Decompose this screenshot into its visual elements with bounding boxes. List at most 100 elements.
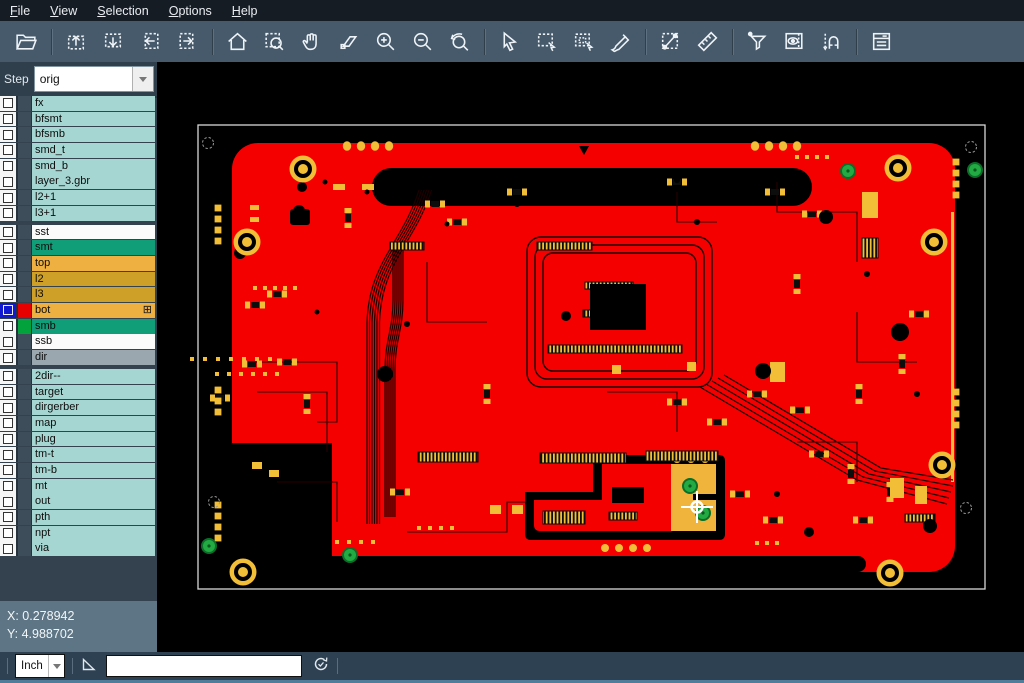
layer-row-smb[interactable]: smb: [0, 319, 155, 334]
angle-icon[interactable]: [80, 655, 98, 678]
layer-visibility-checkbox[interactable]: [0, 319, 18, 334]
chevron-down-icon[interactable]: [48, 655, 64, 677]
shift-down-icon[interactable]: [95, 25, 132, 59]
layer-color-swatch[interactable]: [18, 385, 32, 400]
layer-visibility-checkbox[interactable]: [0, 96, 18, 111]
layer-row-via[interactable]: via: [0, 541, 155, 556]
shift-right-icon[interactable]: [169, 25, 206, 59]
measure-ruler-icon[interactable]: [689, 25, 726, 59]
layer-row-l3+1[interactable]: l3+1: [0, 206, 155, 221]
layer-visibility-checkbox[interactable]: [0, 112, 18, 127]
layer-visibility-checkbox[interactable]: [0, 510, 18, 525]
layer-color-swatch[interactable]: [18, 526, 32, 541]
layer-row-bfsmb[interactable]: bfsmb: [0, 127, 155, 142]
zoom-previous-icon[interactable]: [441, 25, 478, 59]
layer-row-bot[interactable]: bot⊞: [0, 303, 155, 318]
layer-visibility-checkbox[interactable]: [0, 447, 18, 462]
layer-row-tm-t[interactable]: tm-t: [0, 447, 155, 462]
layer-row-top[interactable]: top: [0, 256, 155, 271]
layer-row-dirgerber[interactable]: dirgerber: [0, 400, 155, 415]
layer-color-swatch[interactable]: [18, 190, 32, 205]
layer-visibility-checkbox[interactable]: [0, 159, 18, 174]
layer-row-l2+1[interactable]: l2+1: [0, 190, 155, 205]
menu-selection[interactable]: Selection: [87, 0, 158, 21]
layer-row-out[interactable]: out: [0, 494, 155, 509]
layer-row-bfsmt[interactable]: bfsmt: [0, 112, 155, 127]
pan-hand-icon[interactable]: [293, 25, 330, 59]
layer-visibility-checkbox[interactable]: [0, 416, 18, 431]
select-rect-icon[interactable]: [528, 25, 565, 59]
select-pointer-icon[interactable]: [491, 25, 528, 59]
zoom-dynamic-icon[interactable]: [330, 25, 367, 59]
layer-color-swatch[interactable]: [18, 334, 32, 349]
layer-row-sst[interactable]: sst: [0, 225, 155, 240]
command-input[interactable]: [106, 655, 302, 677]
layer-color-swatch[interactable]: [18, 541, 32, 556]
layer-row-pth[interactable]: pth: [0, 510, 155, 525]
layer-color-swatch[interactable]: [18, 319, 32, 334]
open-folder-icon[interactable]: [8, 25, 45, 59]
layer-color-swatch[interactable]: [18, 256, 32, 271]
layer-color-swatch[interactable]: [18, 463, 32, 478]
layer-row-smt[interactable]: smt: [0, 240, 155, 255]
layer-visibility-checkbox[interactable]: [0, 385, 18, 400]
layer-color-swatch[interactable]: [18, 272, 32, 287]
layer-visibility-checkbox[interactable]: [0, 256, 18, 271]
step-select[interactable]: orig: [34, 66, 154, 92]
view-options-icon[interactable]: [776, 25, 813, 59]
layer-row-l3[interactable]: l3: [0, 287, 155, 302]
layer-row-ssb[interactable]: ssb: [0, 334, 155, 349]
layer-row-tm-b[interactable]: tm-b: [0, 463, 155, 478]
unit-select[interactable]: Inch: [15, 654, 65, 678]
layer-row-fx[interactable]: fx: [0, 96, 155, 111]
layer-visibility-checkbox[interactable]: [0, 479, 18, 494]
layer-row-plug[interactable]: plug: [0, 432, 155, 447]
chevron-down-icon[interactable]: [132, 67, 153, 91]
layer-color-swatch[interactable]: [18, 159, 32, 174]
layer-visibility-checkbox[interactable]: [0, 143, 18, 158]
layer-color-swatch[interactable]: [18, 96, 32, 111]
report-log-icon[interactable]: [863, 25, 900, 59]
layer-color-swatch[interactable]: [18, 350, 32, 365]
layer-color-swatch[interactable]: [18, 240, 32, 255]
layer-visibility-checkbox[interactable]: [0, 369, 18, 384]
layer-visibility-checkbox[interactable]: [0, 240, 18, 255]
layer-visibility-checkbox[interactable]: [0, 225, 18, 240]
layer-row-smd_b[interactable]: smd_b: [0, 159, 155, 174]
layer-visibility-checkbox[interactable]: [0, 174, 18, 189]
layer-visibility-checkbox[interactable]: [0, 334, 18, 349]
refresh-icon[interactable]: [312, 655, 330, 678]
snap-icon[interactable]: [813, 25, 850, 59]
layer-color-swatch[interactable]: [18, 416, 32, 431]
layer-row-smd_t[interactable]: smd_t: [0, 143, 155, 158]
layer-visibility-checkbox[interactable]: [0, 190, 18, 205]
layer-color-swatch[interactable]: [18, 369, 32, 384]
layer-row-npt[interactable]: npt: [0, 526, 155, 541]
filter-icon[interactable]: [739, 25, 776, 59]
layer-row-2dir--[interactable]: 2dir--: [0, 369, 155, 384]
layer-row-dir[interactable]: dir: [0, 350, 155, 365]
apply-brush-icon[interactable]: [602, 25, 639, 59]
menu-help[interactable]: Help: [222, 0, 268, 21]
layer-color-swatch[interactable]: [18, 112, 32, 127]
layer-visibility-checkbox[interactable]: [0, 206, 18, 221]
layer-color-swatch[interactable]: [18, 400, 32, 415]
layer-row-l2[interactable]: l2: [0, 272, 155, 287]
shift-up-icon[interactable]: [58, 25, 95, 59]
zoom-in-icon[interactable]: [367, 25, 404, 59]
layer-color-swatch[interactable]: [18, 206, 32, 221]
layer-visibility-checkbox[interactable]: [0, 272, 18, 287]
layer-color-swatch[interactable]: [18, 174, 32, 189]
layer-row-target[interactable]: target: [0, 385, 155, 400]
layer-color-swatch[interactable]: [18, 447, 32, 462]
layer-row-mt[interactable]: mt: [0, 479, 155, 494]
layer-color-swatch[interactable]: [18, 225, 32, 240]
layer-color-swatch[interactable]: [18, 510, 32, 525]
zoom-out-icon[interactable]: [404, 25, 441, 59]
layer-visibility-checkbox[interactable]: [0, 350, 18, 365]
layer-color-swatch[interactable]: [18, 479, 32, 494]
home-view-icon[interactable]: [219, 25, 256, 59]
layer-color-swatch[interactable]: [18, 494, 32, 509]
layer-visibility-checkbox[interactable]: [0, 303, 18, 318]
measure-line-icon[interactable]: [652, 25, 689, 59]
